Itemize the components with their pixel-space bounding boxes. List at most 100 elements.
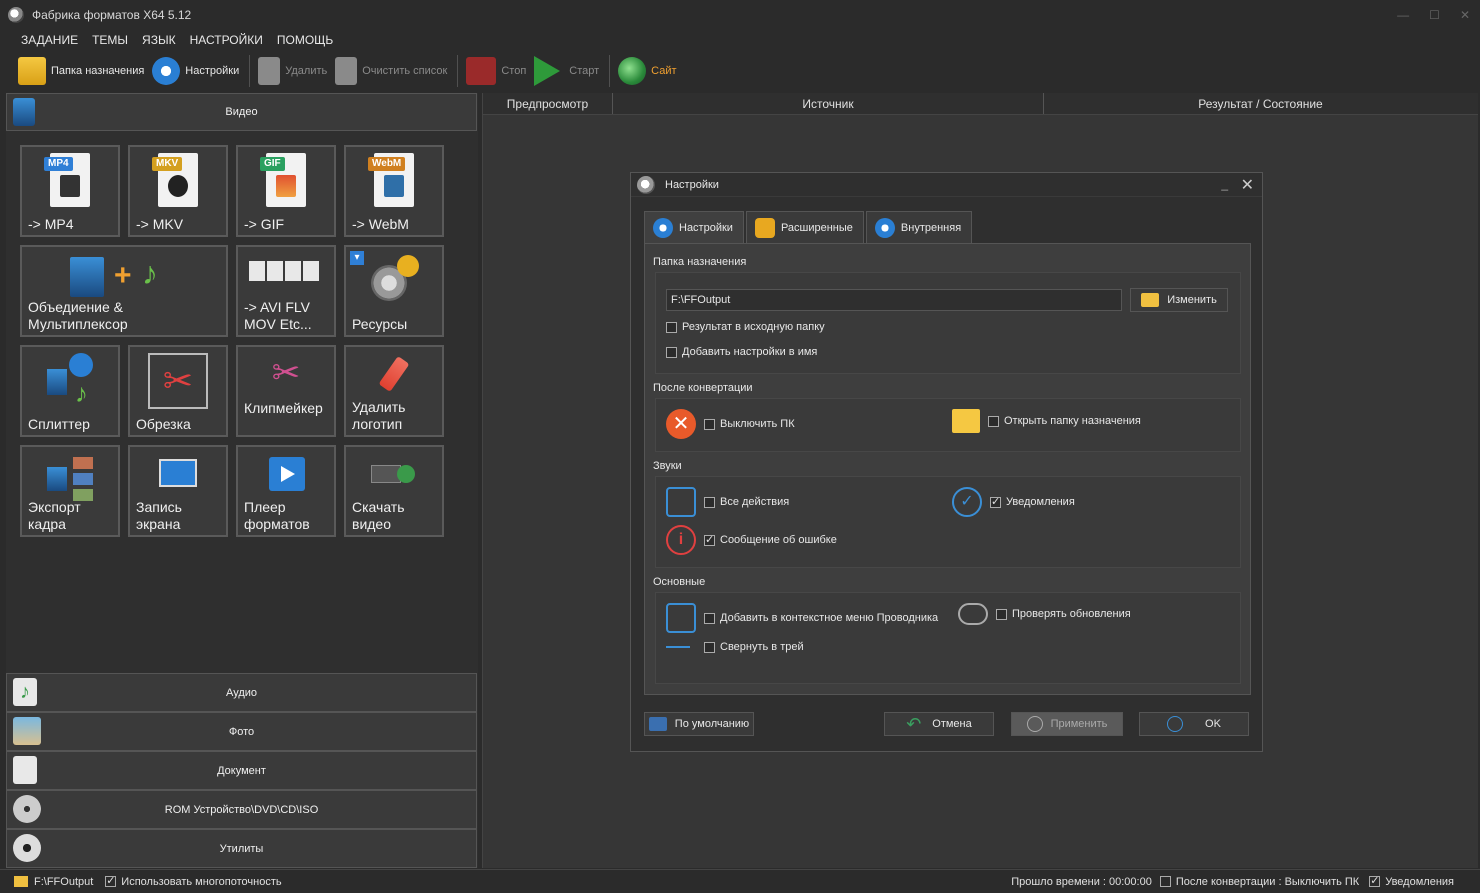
all-actions-checkbox[interactable] — [704, 496, 715, 508]
check-circle-icon: ✓ — [952, 487, 982, 517]
menu-help[interactable]: ПОМОЩЬ — [270, 30, 340, 50]
dialog-minimize-icon[interactable]: _ — [1221, 177, 1228, 191]
photo-icon — [13, 717, 41, 745]
section-sounds: Звуки — [653, 460, 682, 472]
tile-splitter[interactable]: ♪ Сплиттер — [20, 345, 120, 437]
default-icon — [648, 717, 667, 731]
folder-icon — [18, 57, 46, 85]
category-audio[interactable]: ♪ Аудио — [6, 673, 477, 712]
check-updates-option[interactable]: Проверять обновления — [958, 603, 1131, 625]
status-path: F:\FFOutput — [34, 875, 94, 888]
menu-bar: ЗАДАНИЕ ТЕМЫ ЯЗЫК НАСТРОЙКИ ПОМОЩЬ — [0, 30, 340, 50]
stop-button[interactable]: Стоп — [466, 54, 526, 88]
shutdown-checkbox[interactable] — [704, 418, 715, 430]
tab-advanced[interactable]: Расширенные — [745, 211, 864, 243]
start-button[interactable]: Старт — [534, 54, 599, 88]
dialog-close-icon[interactable]: ✕ — [1241, 175, 1254, 195]
tile-mp4[interactable]: MP4 -> MP4 — [20, 145, 120, 237]
context-menu-option[interactable]: Добавить в контекстное меню Проводника — [666, 603, 938, 633]
film-reel-icon — [13, 834, 41, 862]
open-dest-checkbox[interactable] — [988, 415, 999, 427]
category-document[interactable]: Документ — [6, 751, 477, 790]
result-src-folder-checkbox[interactable] — [666, 321, 677, 333]
context-menu-checkbox[interactable] — [704, 612, 715, 624]
tile-remove-logo[interactable]: Удалить логотип — [344, 345, 444, 437]
shield-icon — [754, 217, 775, 238]
menu-language[interactable]: ЯЗЫК — [135, 30, 183, 50]
tile-download-video[interactable]: Скачать видео — [344, 445, 444, 537]
globe-icon — [618, 57, 647, 85]
minus-icon — [666, 646, 690, 648]
menu-task[interactable]: ЗАДАНИЕ — [14, 30, 85, 50]
category-rom-dvd[interactable]: ROM Устройство\DVD\CD\ISO — [6, 790, 477, 829]
check-circle-icon — [1167, 716, 1184, 732]
default-button[interactable]: По умолчанию — [644, 712, 754, 736]
open-dest-option[interactable]: Открыть папку назначения — [952, 409, 1141, 433]
category-list: ♪ Аудио Фото Документ ROM Устройство\DVD… — [6, 673, 478, 868]
status-notifications-checkbox[interactable] — [1369, 874, 1381, 887]
group-after-conversion: ✕ Выключить ПК Открыть папку назначения — [655, 398, 1241, 452]
category-video[interactable]: Видео — [6, 93, 477, 131]
tab-settings[interactable]: Настройки — [644, 211, 744, 243]
music-note-icon: ♪ — [13, 678, 37, 706]
minimize-tray-option[interactable]: Свернуть в трей — [666, 641, 804, 653]
tile-joiner-muxer[interactable]: + ♪ Объедиение & Мультиплексор — [20, 245, 228, 337]
ok-button[interactable]: OK — [1139, 712, 1249, 736]
scissors-icon: ✂ — [148, 353, 208, 409]
tile-clipmaker[interactable]: ✂ Клипмейкер — [236, 345, 336, 437]
multithread-checkbox[interactable] — [105, 874, 117, 887]
col-preview[interactable]: Предпросмотр — [483, 93, 613, 114]
check-updates-checkbox[interactable] — [996, 608, 1007, 620]
clear-list-icon — [335, 57, 358, 85]
tile-mkv[interactable]: MKV -> MKV — [128, 145, 228, 237]
add-settings-name-checkbox[interactable] — [666, 346, 677, 358]
change-folder-button[interactable]: Изменить — [1130, 288, 1228, 312]
minimize-tray-checkbox[interactable] — [704, 641, 715, 653]
section-dest-folder: Папка назначения — [653, 256, 747, 268]
col-source[interactable]: Источник — [613, 93, 1044, 114]
settings-button[interactable]: Настройки — [152, 54, 239, 88]
tile-export-frame[interactable]: Экспорт кадра — [20, 445, 120, 537]
error-msg-checkbox[interactable] — [704, 533, 715, 546]
gear-icon — [653, 217, 673, 238]
app-window: Фабрика форматов X64 5.12 — ☐ ✕ ЗАДАНИЕ … — [0, 0, 1480, 893]
tile-gif[interactable]: GIF -> GIF — [236, 145, 336, 237]
close-icon[interactable]: ✕ — [1460, 8, 1470, 22]
menu-settings[interactable]: НАСТРОЙКИ — [183, 30, 270, 50]
play-icon — [534, 56, 561, 86]
delete-button[interactable]: Удалить — [258, 54, 327, 88]
tab-internal[interactable]: Внутренняя — [865, 211, 973, 243]
all-actions-option[interactable]: Все действия — [666, 487, 789, 517]
splitter-icon: ♪ — [47, 353, 93, 411]
site-button[interactable]: Сайт — [618, 54, 677, 88]
dest-folder-button[interactable]: Папка назначения — [18, 54, 144, 88]
tile-screen-record[interactable]: Запись экрана — [128, 445, 228, 537]
tile-trim[interactable]: ✂ Обрезка — [128, 345, 228, 437]
dest-path-input[interactable]: F:\FFOutput — [666, 289, 1122, 311]
add-settings-name-option[interactable]: Добавить настройки в имя — [666, 346, 817, 358]
category-utilities[interactable]: Утилиты — [6, 829, 477, 868]
group-sounds: Все действия ✓ Уведомления i Сообщение о… — [655, 476, 1241, 568]
settings-dialog: Настройки _ ✕ Настройки Расширенные Внут… — [630, 172, 1263, 752]
tile-webm[interactable]: WebM -> WebM — [344, 145, 444, 237]
notifications-checkbox[interactable] — [990, 495, 1001, 508]
disc-icon — [13, 795, 41, 823]
error-msg-option[interactable]: i Сообщение об ошибке — [666, 525, 837, 555]
maximize-icon[interactable]: ☐ — [1429, 8, 1440, 22]
cancel-button[interactable]: ↶ Отмена — [884, 712, 994, 736]
toolbar-divider — [457, 55, 459, 87]
apply-button[interactable]: Применить — [1011, 712, 1123, 736]
shutdown-option[interactable]: ✕ Выключить ПК — [666, 409, 795, 439]
clear-list-button[interactable]: Очистить список — [335, 54, 447, 88]
minimize-icon[interactable]: — — [1397, 8, 1409, 22]
tile-resources[interactable]: ▾ Ресурсы — [344, 245, 444, 337]
webm-file-icon: WebM — [368, 153, 414, 207]
after-conv-checkbox[interactable] — [1159, 876, 1171, 887]
result-src-folder-option[interactable]: Результат в исходную папку — [666, 321, 825, 333]
col-result[interactable]: Результат / Состояние — [1044, 93, 1477, 114]
notifications-option[interactable]: ✓ Уведомления — [952, 487, 1075, 517]
category-photo[interactable]: Фото — [6, 712, 477, 751]
tile-avi-flv-mov[interactable]: -> AVI FLV MOV Etc... — [236, 245, 336, 337]
tile-format-player[interactable]: Плеер форматов — [236, 445, 336, 537]
menu-themes[interactable]: ТЕМЫ — [85, 30, 135, 50]
